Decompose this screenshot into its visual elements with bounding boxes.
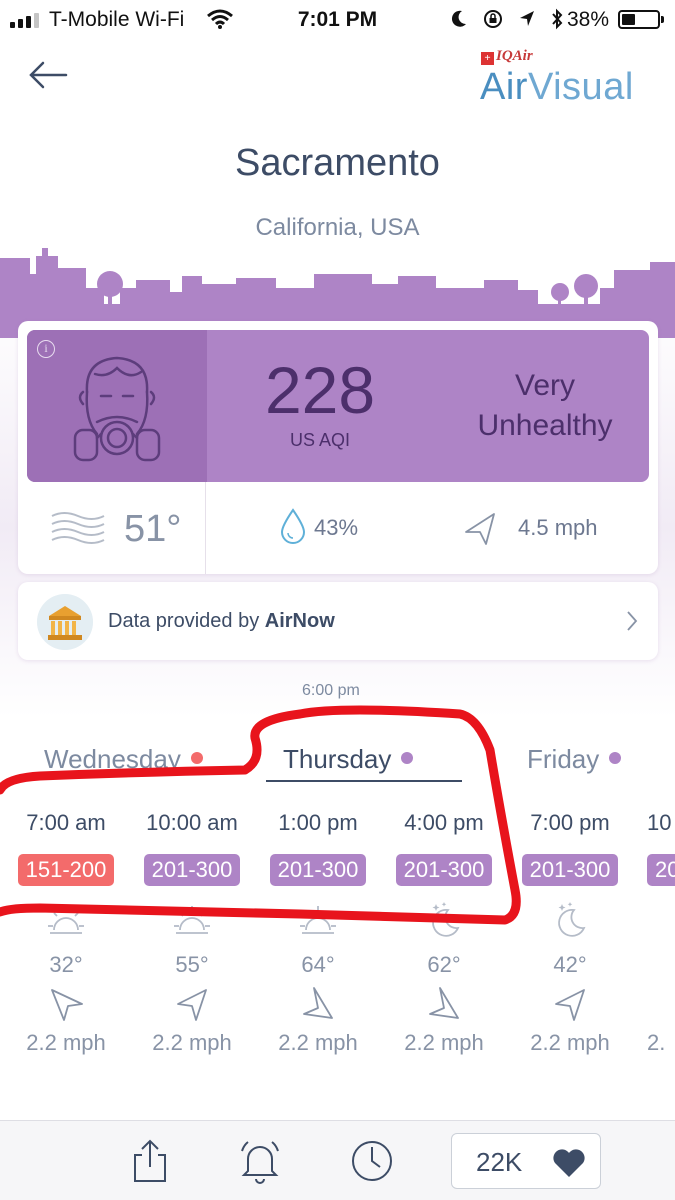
iqair-logo: + IQAir [481,48,533,65]
like-button[interactable]: 22K [451,1133,601,1189]
hour-time: 7:00 am [26,810,106,835]
active-tab-underline [266,780,462,782]
hour-wind-speed: 2.2 mph [152,1030,232,1055]
moon-icon [432,902,460,937]
hour-aqi-range: 151-200 [17,854,115,886]
sun-icon [174,906,210,934]
aqi-dot [190,752,203,764]
aqi-status-band: i 228 US AQI Very Unhealthy [27,330,649,482]
wind-direction-icon [303,987,333,1019]
hour-temperature [647,952,675,978]
bluetooth-icon [552,8,563,30]
clock-history-icon[interactable] [350,1137,394,1185]
hour-wind-speed: 2.2 mph [404,1030,484,1055]
hour-wind-speed: 2.2 mph [530,1030,610,1055]
hour-aqi-range: 201-300 [521,854,619,886]
hour-aqi-range: 201-300 [269,854,367,886]
aqi-status: Very Unhealthy [477,369,613,442]
battery-icon [618,10,664,29]
region-subtitle: California, USA [255,214,420,241]
hourly-forecast-item: 10:00 am 201-300 55° 2.2 mph [129,808,255,1056]
hourly-forecast-item: 7:00 pm 201-300 42° 2.2 mph [507,808,633,1056]
heart-icon [553,1149,585,1177]
hour-temperature: 64° [301,952,335,977]
aqi-dot [401,752,414,764]
hour-temperature: 32° [49,952,83,977]
rotation-lock-icon [484,10,502,28]
tab-thursday[interactable]: Thursday [283,744,414,775]
hour-time: 10:00 am [146,810,238,835]
hour-temperature: 62° [427,952,461,977]
hour-wind-speed: 2. [647,1030,666,1055]
aqi-card[interactable]: i 228 US AQI Very Unhealthy 51° 43% 4.5 … [18,321,658,574]
hour-aqi-range: 20 [647,854,675,886]
moon-icon [558,902,586,937]
hourly-forecast-item: 7:00 am 151-200 32° 2.2 mph [3,808,129,1056]
hour-temperature: 42° [553,952,587,977]
hour-time: 1:00 pm [278,810,358,835]
status-bar: T-Mobile Wi-Fi 7:01 PM 38% [0,0,675,38]
aqi-unit: US AQI [289,430,351,450]
moon-icon [451,10,466,27]
current-wind-speed: 4.5 mph [518,515,598,540]
current-humidity: 43% [314,515,359,540]
hour-aqi-range: 201-300 [395,854,493,886]
hour-aqi-range: 201-300 [143,854,241,886]
government-building-icon [37,594,93,650]
wind-direction-icon [465,513,495,545]
city-title: Sacramento [235,142,440,184]
wind-direction-icon [555,989,585,1021]
app-logo: + IQAir AirVisual [480,48,634,108]
sun-icon [300,906,336,934]
bell-alert-icon[interactable] [238,1137,282,1185]
hourly-forecast-item: 1:00 pm 201-300 64° 2.2 mph [255,808,381,1056]
current-temperature: 51° [124,508,182,550]
hour-time: 10 [647,810,672,835]
chevron-right-icon [627,611,638,631]
wind-direction-icon [429,987,459,1019]
provider-name: AirNow [264,610,335,632]
hour-wind-speed: 2.2 mph [26,1030,106,1055]
tab-friday[interactable]: Friday [527,744,622,775]
battery-percent: 38% [567,8,610,31]
hour-wind-speed: 2.2 mph [278,1030,358,1055]
share-icon[interactable] [128,1137,172,1185]
data-provider-row[interactable]: Data provided by AirNow [18,582,658,660]
aqi-value: 228 [264,353,376,427]
face-mask-icon [73,356,161,462]
like-count: 22K [476,1147,523,1177]
forecast-updated-time: 6:00 pm [302,682,360,699]
wind-direction-icon [51,989,83,1021]
hour-time: 4:00 pm [404,810,484,835]
humidity-drop-icon [280,508,306,544]
provider-prefix: Data provided by [108,610,265,632]
bottom-toolbar: 22K [0,1120,675,1200]
back-arrow-icon[interactable] [28,60,68,90]
location-arrow-icon [520,11,534,26]
sun-icon [48,906,84,934]
hourly-forecast-item: 4:00 pm 201-300 62° 2.2 mph [381,808,507,1056]
hour-time: 7:00 pm [530,810,610,835]
hourly-forecast-item: 10 20 2. [633,808,675,1056]
wind-lines-icon [51,512,105,544]
tab-wednesday[interactable]: Wednesday [44,744,203,775]
aqi-dot [609,752,622,764]
hour-temperature: 55° [175,952,209,977]
wind-direction-icon [177,989,207,1021]
info-icon[interactable]: i [37,340,55,358]
current-weather-row: 51° 43% 4.5 mph [18,482,658,574]
